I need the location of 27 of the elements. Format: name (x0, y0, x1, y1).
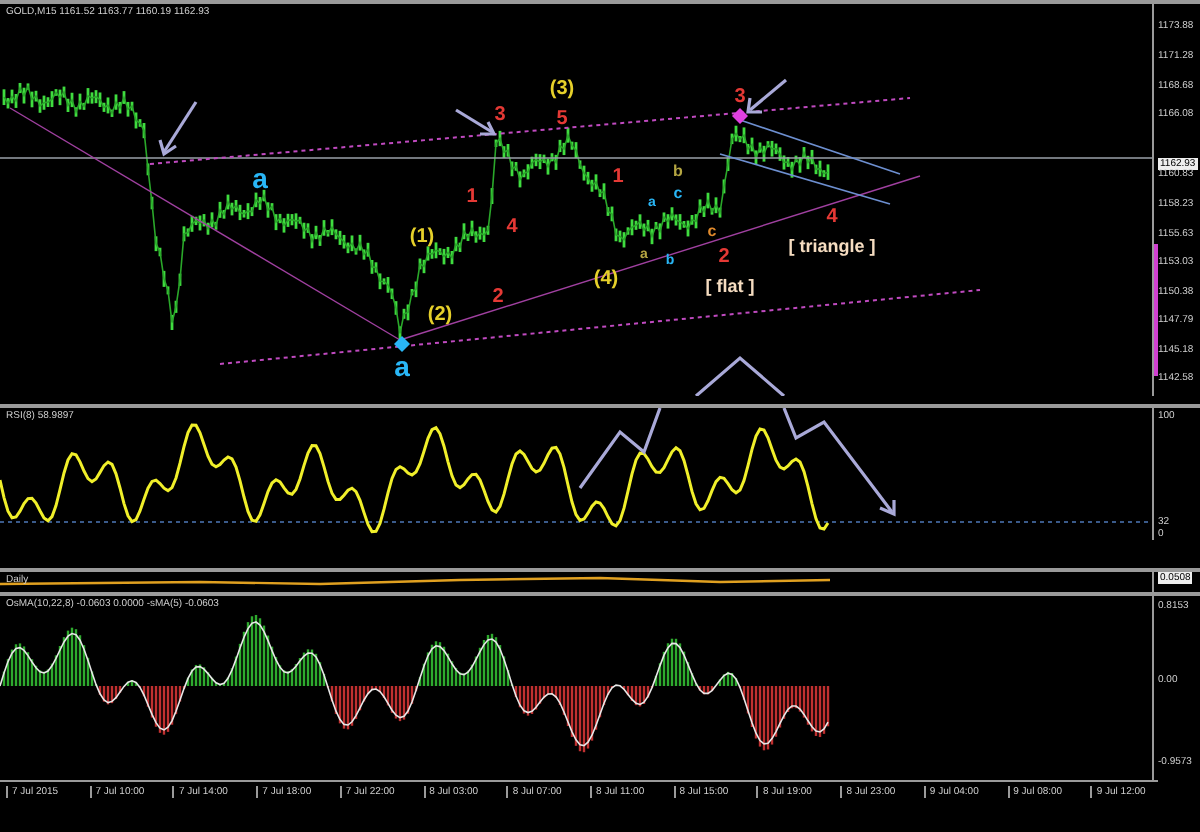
diamond-marker-icon (732, 108, 748, 124)
wave-label: a (252, 162, 268, 194)
wave-label: 3 (734, 86, 746, 108)
wave-label: (1) (409, 226, 435, 248)
wave-label: 5 (556, 108, 568, 130)
wave-label: 2 (492, 286, 504, 308)
diamond-marker-icon (394, 336, 410, 352)
arrow-icon (158, 101, 198, 157)
wave-label: b (673, 162, 683, 180)
wave-label: 1 (612, 166, 624, 188)
wave-label: 1 (466, 186, 478, 208)
wave-label: [ flat ] (705, 276, 755, 296)
range-marker (1154, 244, 1158, 376)
wave-label: (3) (549, 78, 575, 100)
wave-label: 2 (718, 246, 730, 268)
wave-label: 4 (506, 216, 518, 238)
wave-label: (4) (593, 268, 619, 290)
wave-label: a (394, 350, 410, 382)
wave-label: c (707, 222, 717, 240)
wave-label: c (673, 184, 683, 202)
wave-label: 3 (494, 104, 506, 126)
arrow-icon (455, 108, 497, 136)
wave-label: 4 (826, 206, 838, 228)
arrow-icon (746, 78, 788, 114)
wave-label: [ triangle ] (788, 236, 876, 256)
wave-label: (2) (427, 304, 453, 326)
zigzag-arrow-icon (578, 408, 896, 517)
